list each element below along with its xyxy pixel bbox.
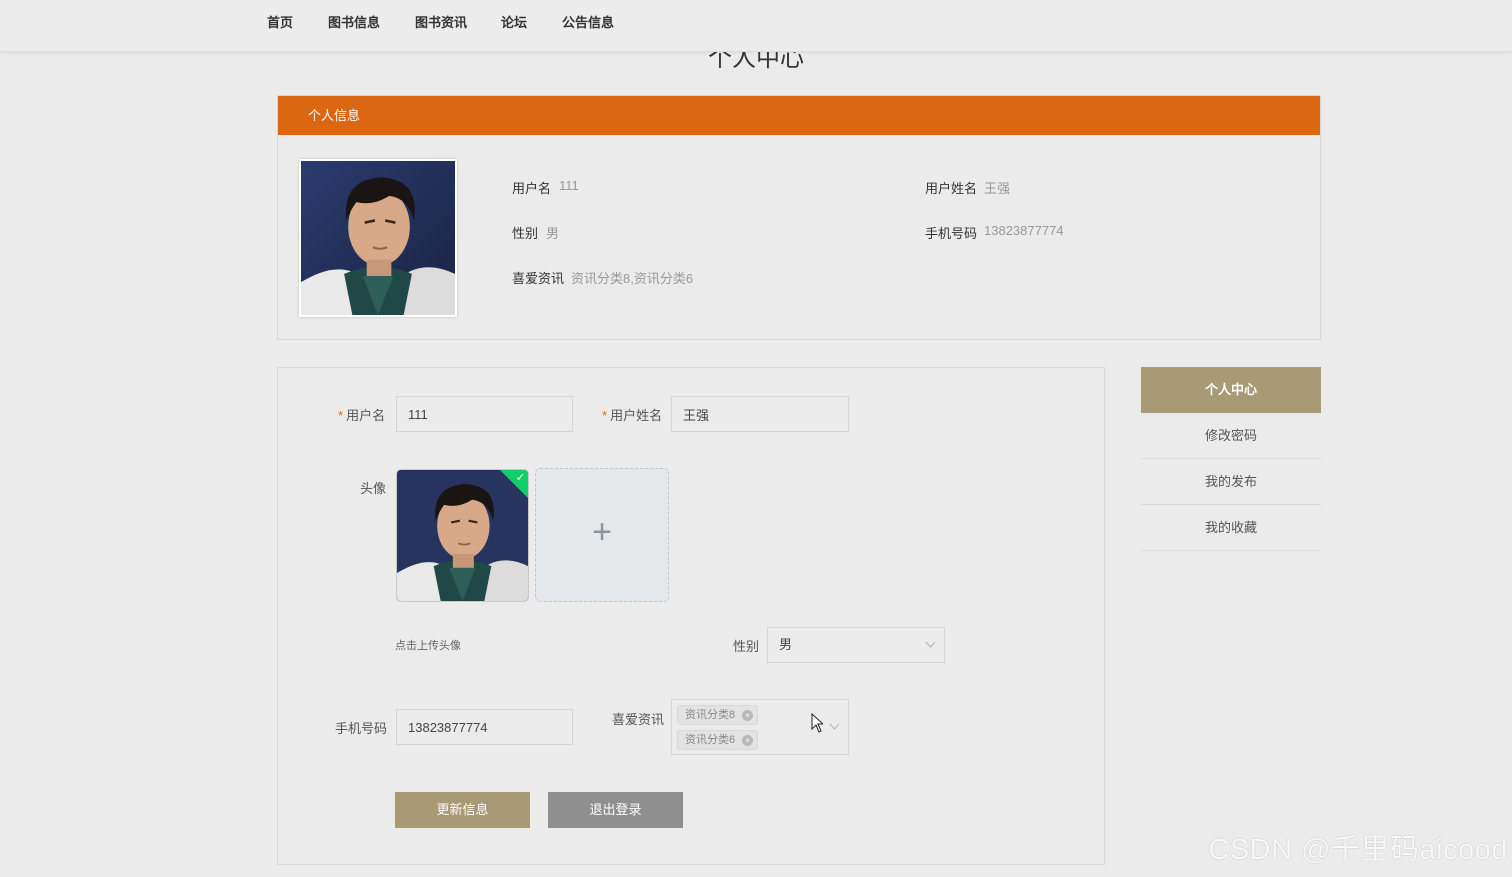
personal-info-header: 个人信息	[278, 96, 1320, 135]
info-gender-value: 男	[546, 226, 560, 241]
close-icon[interactable]: ×	[742, 735, 754, 746]
username-label-text: 用户名	[346, 408, 386, 423]
plus-icon: +	[592, 513, 612, 551]
info-phone-label: 手机号码	[925, 226, 978, 241]
info-gender-label: 性别	[512, 226, 539, 241]
required-mark: *	[338, 408, 344, 423]
chevron-down-icon	[925, 637, 936, 648]
side-item-my-posts[interactable]: 我的发布	[1141, 459, 1321, 505]
gender-select[interactable]: 男	[767, 627, 945, 663]
username-field-label: * 用户名	[338, 405, 385, 424]
avatar-upload-button[interactable]: +	[535, 468, 669, 602]
favorite-tag-label: 资讯分类6	[685, 734, 736, 746]
info-username-value: 111	[559, 178, 579, 193]
profile-avatar	[299, 159, 457, 317]
favorite-tag: 资讯分类6 ×	[677, 730, 759, 750]
phone-input[interactable]	[396, 709, 573, 745]
top-nav: 首页 图书信息 图书资讯 论坛 公告信息	[0, 0, 1512, 52]
avatar-field-label: 头像	[360, 481, 387, 496]
mouse-pointer-icon	[811, 713, 823, 733]
nav-announcements[interactable]: 公告信息	[562, 14, 614, 32]
realname-input[interactable]	[671, 396, 849, 432]
info-realname-label: 用户姓名	[925, 181, 978, 196]
nav-forum[interactable]: 论坛	[501, 14, 527, 32]
chevron-down-icon	[829, 719, 840, 730]
phone-field-label: 手机号码	[335, 721, 388, 736]
realname-field-label: * 用户姓名	[602, 405, 662, 424]
gender-selected-value: 男	[779, 637, 793, 652]
info-realname-value: 王强	[984, 181, 1011, 196]
nav-home[interactable]: 首页	[267, 14, 293, 32]
update-info-button[interactable]: 更新信息	[395, 792, 530, 828]
info-favorite-label: 喜爱资讯	[512, 271, 565, 286]
uploaded-avatar-thumbnail[interactable]: ✓	[396, 469, 529, 602]
watermark: CSDN @千里码aicood	[1208, 834, 1508, 866]
uploaded-avatar-image	[397, 470, 528, 601]
side-item-personal-center[interactable]: 个人中心	[1141, 367, 1321, 413]
avatar-portrait-image	[301, 161, 455, 315]
info-username-label: 用户名	[512, 181, 552, 196]
gender-field-label: 性别	[733, 639, 760, 654]
personal-info-card: 个人信息 用户名 111 用户姓名 王强 性别 男 手机号码 138238777…	[277, 95, 1321, 340]
upload-hint-text: 点击上传头像	[395, 640, 461, 652]
favorite-tag-label: 资讯分类8	[685, 709, 736, 721]
info-phone-value: 13823877774	[984, 223, 1064, 238]
nav-book-news[interactable]: 图书资讯	[415, 14, 467, 32]
username-input[interactable]	[396, 396, 573, 432]
required-mark: *	[602, 408, 608, 423]
user-side-menu: 个人中心 修改密码 我的发布 我的收藏	[1141, 367, 1321, 551]
favorite-tag: 资讯分类8 ×	[677, 705, 759, 725]
profile-edit-form: *用户名 *用户姓名 头像 ✓ + 点击上传头像 性别 男 手机号码 喜爱资讯	[277, 367, 1105, 865]
side-item-my-favorites[interactable]: 我的收藏	[1141, 505, 1321, 551]
close-icon[interactable]: ×	[742, 710, 754, 721]
info-favorite-value: 资讯分类8,资讯分类6	[571, 271, 694, 286]
logout-button[interactable]: 退出登录	[548, 792, 683, 828]
side-item-change-password[interactable]: 修改密码	[1141, 413, 1321, 459]
realname-label-text: 用户姓名	[610, 408, 663, 423]
favorite-field-label: 喜爱资讯	[612, 712, 665, 727]
check-icon: ✓	[515, 472, 525, 484]
nav-book-info[interactable]: 图书信息	[328, 14, 380, 32]
